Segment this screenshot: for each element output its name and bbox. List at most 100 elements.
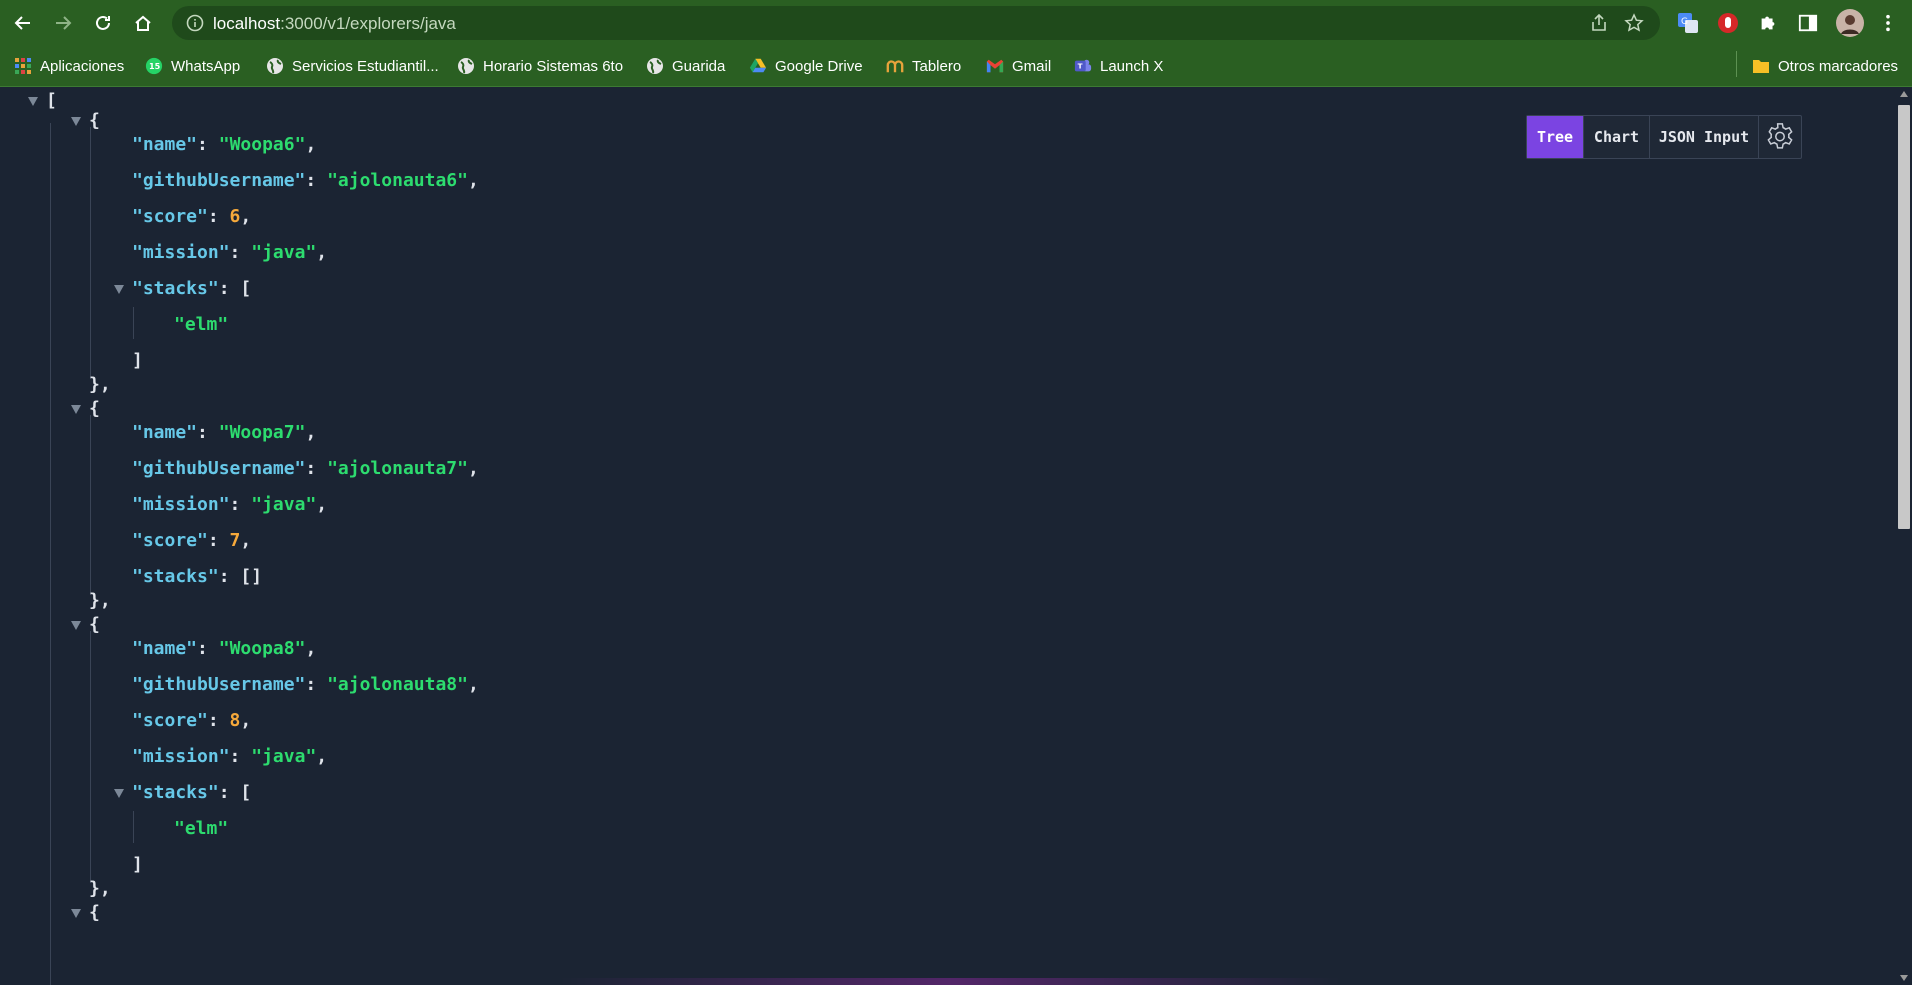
string-quote: " <box>217 314 229 335</box>
info-icon[interactable] <box>186 14 204 32</box>
array-close-bracket: ] <box>132 349 143 373</box>
bookmarks-separator <box>1736 51 1737 77</box>
view-mode-toolbar: Tree Chart JSON Input <box>1526 115 1802 159</box>
avatar <box>1836 9 1864 37</box>
string-quote: " <box>218 422 230 443</box>
object-open-brace: { <box>89 901 100 925</box>
property-mission: "mission": "java", <box>132 493 327 517</box>
property-key: "stacks" <box>132 566 219 587</box>
property-githubUsername: "githubUsername": "ajolonauta7", <box>132 457 479 481</box>
string-value: java <box>262 746 306 767</box>
colon: : <box>305 458 328 479</box>
property-name: "name": "Woopa7", <box>132 421 316 445</box>
indent-guide <box>90 631 91 883</box>
string-value: Woopa6 <box>229 134 295 155</box>
forward-button[interactable] <box>50 10 76 36</box>
brace: { <box>89 902 100 923</box>
property-key: "mission" <box>132 746 230 767</box>
collapse-stacks-toggle[interactable] <box>114 285 124 294</box>
collapse-object-toggle[interactable] <box>71 621 81 630</box>
indent-guide <box>90 127 91 379</box>
extension-red-icon <box>1718 13 1738 33</box>
extensions-button[interactable] <box>1756 11 1780 35</box>
reload-icon <box>96 15 110 30</box>
property-stacks: "stacks": [] <box>132 565 262 589</box>
bookmark-horario-sistemas[interactable]: Horario Sistemas 6to <box>457 55 623 77</box>
string-quote: " <box>327 674 338 695</box>
property-name: "name": "Woopa8", <box>132 637 316 661</box>
json-tree-viewer: Tree Chart JSON Input [{"name": "Woopa6"… <box>0 87 1896 985</box>
bookmark-whatsapp[interactable]: 15 WhatsApp <box>145 55 240 77</box>
star-icon[interactable] <box>1624 13 1644 33</box>
tab-json-input[interactable]: JSON Input <box>1650 116 1759 158</box>
property-score: "score": 7, <box>132 529 251 553</box>
string-quote: " <box>327 170 338 191</box>
apps-grid-icon <box>14 57 32 75</box>
indent-guide <box>50 123 51 985</box>
string-quote: " <box>305 746 317 767</box>
scrollbar[interactable] <box>1896 87 1912 985</box>
scroll-down-arrow[interactable] <box>1900 975 1908 981</box>
profile-avatar-button[interactable] <box>1836 9 1864 37</box>
comma: , <box>316 746 328 767</box>
bookmark-launch-x[interactable]: T Launch X <box>1074 55 1163 77</box>
browser-menu-button[interactable] <box>1876 11 1900 35</box>
string-value: java <box>262 242 306 263</box>
property-score: "score": 6, <box>132 205 251 229</box>
array-item: "elm" <box>174 817 228 841</box>
collapse-object-toggle[interactable] <box>71 909 81 918</box>
collapse-object-toggle[interactable] <box>71 117 81 126</box>
red-extension-button[interactable] <box>1716 11 1740 35</box>
property-mission: "mission": "java", <box>132 745 327 769</box>
tab-tree[interactable]: Tree <box>1527 116 1584 158</box>
string-value: Woopa7 <box>229 422 295 443</box>
folder-icon <box>1752 57 1770 75</box>
bookmark-google-drive[interactable]: Google Drive <box>749 55 863 77</box>
property-key: "name" <box>132 134 198 155</box>
side-panel-button[interactable] <box>1796 11 1820 35</box>
bookmark-other-folder[interactable]: Otros marcadores <box>1752 55 1898 77</box>
property-score: "score": 8, <box>132 709 251 733</box>
svg-text:15: 15 <box>149 61 161 71</box>
indent-guide <box>90 415 91 595</box>
comma: , <box>467 170 479 191</box>
bookmark-tablero[interactable]: Tablero <box>886 55 961 77</box>
property-key: "mission" <box>132 242 230 263</box>
puzzle-icon <box>1761 16 1775 30</box>
address-bar[interactable]: localhost:3000/v1/explorers/java <box>172 6 1660 40</box>
colon: : <box>229 746 252 767</box>
home-icon <box>135 15 151 31</box>
indent-guide <box>133 307 134 339</box>
bracket: [ <box>46 90 57 111</box>
scroll-thumb[interactable] <box>1898 105 1910 529</box>
bookmark-servicios-estudiantiles[interactable]: Servicios Estudiantil... <box>266 55 439 77</box>
share-icon[interactable] <box>1590 14 1608 32</box>
colon: : <box>229 494 252 515</box>
home-button[interactable] <box>130 10 156 36</box>
tab-chart[interactable]: Chart <box>1584 116 1650 158</box>
back-button[interactable] <box>10 10 36 36</box>
string-quote: " <box>294 134 306 155</box>
property-key: "mission" <box>132 494 230 515</box>
url-text[interactable]: localhost:3000/v1/explorers/java <box>213 14 456 34</box>
translate-extension-button[interactable]: G <box>1676 11 1700 35</box>
bookmark-aplicaciones[interactable]: Aplicaciones <box>14 55 124 77</box>
scroll-up-arrow[interactable] <box>1900 91 1908 97</box>
property-key: "githubUsername" <box>132 458 306 479</box>
bookmark-gmail[interactable]: Gmail <box>986 55 1051 77</box>
collapse-root-toggle[interactable] <box>28 97 38 106</box>
globe-icon <box>646 57 664 75</box>
bracket: ] <box>132 350 143 371</box>
property-key: "score" <box>132 206 208 227</box>
bookmark-guarida[interactable]: Guarida <box>646 55 725 77</box>
brace: }, <box>89 374 111 395</box>
string-value: ajolonauta6 <box>337 170 458 191</box>
root-open-bracket: [ <box>46 89 57 113</box>
translate-icon: G <box>1678 13 1698 33</box>
settings-button[interactable] <box>1759 116 1801 158</box>
string-quote: " <box>174 818 185 839</box>
collapse-stacks-toggle[interactable] <box>114 789 124 798</box>
collapse-object-toggle[interactable] <box>71 405 81 414</box>
bracket: ] <box>132 854 143 875</box>
reload-button[interactable] <box>90 10 116 36</box>
